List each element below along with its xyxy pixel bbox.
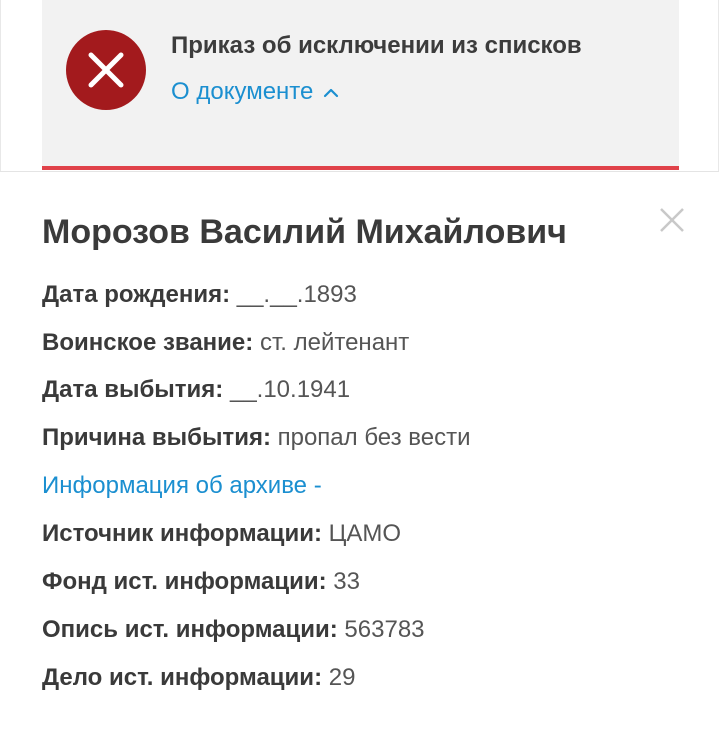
document-title: Приказ об исключении из списков [171, 32, 582, 59]
about-document-link[interactable]: О документе [171, 78, 339, 106]
about-document-label: О документе [171, 78, 314, 105]
field-value: ЦАМО [328, 520, 402, 547]
field-label: Дата рождения: [42, 281, 231, 308]
panel-left-border [0, 0, 1, 172]
person-name: Морозов Василий Михайлович [42, 213, 567, 251]
field-value: ст. лейтенант [259, 329, 410, 356]
field-case: Дело ист. информации: 29 [42, 664, 355, 692]
field-label: Дело ист. информации: [42, 664, 323, 691]
close-x-icon [66, 30, 146, 110]
field-value: 33 [333, 568, 360, 595]
field-label: Воинское звание: [42, 329, 254, 356]
field-value: __.__.1893 [236, 281, 357, 308]
header-separator [0, 171, 719, 172]
field-value: __.10.1941 [229, 376, 351, 403]
field-label: Дата выбытия: [42, 376, 224, 403]
field-value: 563783 [344, 616, 425, 643]
chevron-up-icon [323, 78, 339, 106]
archive-info-link[interactable]: Информация об архиве - [42, 472, 322, 500]
document-header-accent-line [42, 166, 679, 170]
field-value: 29 [328, 664, 356, 691]
field-value: пропал без вести [277, 424, 471, 451]
field-source: Источник информации: ЦАМО [42, 520, 401, 548]
field-label: Источник информации: [42, 520, 322, 547]
close-icon[interactable] [656, 204, 688, 236]
field-fund: Фонд ист. информации: 33 [42, 568, 360, 596]
field-label: Опись ист. информации: [42, 616, 338, 643]
field-label: Причина выбытия: [42, 424, 271, 451]
field-departure-date: Дата выбытия: __.10.1941 [42, 376, 350, 404]
field-birth-date: Дата рождения: __.__.1893 [42, 281, 357, 309]
field-departure-reason: Причина выбытия: пропал без вести [42, 424, 471, 452]
field-rank: Воинское звание: ст. лейтенант [42, 329, 409, 357]
field-label: Фонд ист. информации: [42, 568, 327, 595]
field-inventory: Опись ист. информации: 563783 [42, 616, 425, 644]
